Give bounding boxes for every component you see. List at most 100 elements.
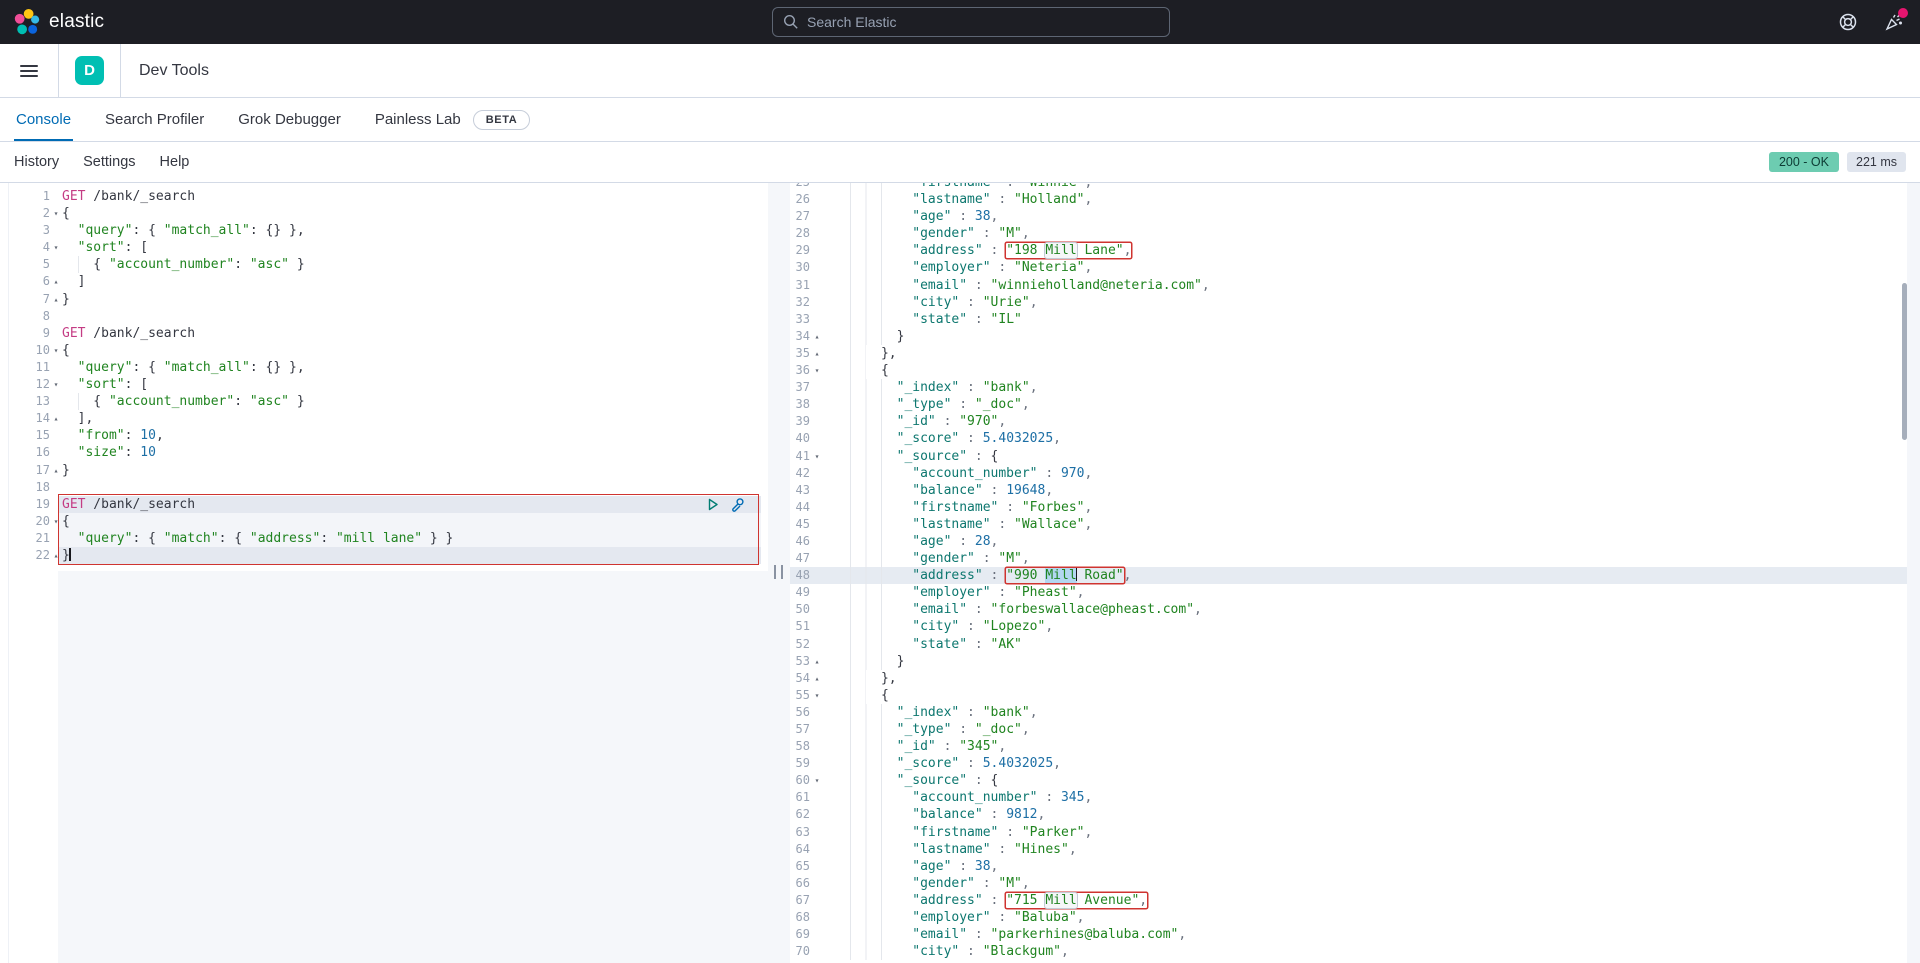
fold-toggle-icon[interactable]: ▾ [50, 513, 62, 530]
fold-toggle-icon[interactable]: ▴ [50, 547, 62, 564]
code-line[interactable]: 31 "email" : "winnieholland@neteria.com"… [790, 277, 1920, 294]
code-line[interactable]: 59 "_score" : 5.4032025, [790, 755, 1920, 772]
code-line[interactable]: 61 "account_number" : 345, [790, 789, 1920, 806]
code-line[interactable]: 40 "_score" : 5.4032025, [790, 430, 1920, 447]
code-line[interactable]: 9GET /bank/_search [0, 325, 768, 342]
code-line[interactable]: 38 "_type" : "_doc", [790, 396, 1920, 413]
request-options-wrench-icon[interactable] [730, 497, 745, 512]
code-line[interactable]: 13 { "account_number": "asc" } [0, 393, 768, 410]
newsfeed-party-popper-icon[interactable] [1884, 12, 1904, 32]
code-line[interactable]: 10▾{ [0, 342, 768, 359]
code-line[interactable]: 39 "_id" : "970", [790, 413, 1920, 430]
code-line[interactable]: 67 "address" : "715 Mill Avenue", [790, 892, 1920, 909]
code-line[interactable]: 37 "_index" : "bank", [790, 379, 1920, 396]
code-line[interactable]: 34▴ } [790, 328, 1920, 345]
code-line[interactable]: 21 "query": { "match": { "address": "mil… [0, 530, 768, 547]
code-line[interactable]: 8 [0, 308, 768, 325]
code-line[interactable]: 12▾ "sort": [ [0, 376, 768, 393]
code-line[interactable]: 50 "email" : "forbeswallace@pheast.com", [790, 601, 1920, 618]
code-line[interactable]: 32 "city" : "Urie", [790, 294, 1920, 311]
code-line[interactable]: 36▾ { [790, 362, 1920, 379]
code-line[interactable]: 70 "city" : "Blackgum", [790, 943, 1920, 960]
code-line[interactable]: 28 "gender" : "M", [790, 225, 1920, 242]
code-line[interactable]: 48 "address" : "990 Mill Road", [790, 567, 1920, 584]
scrollbar-thumb[interactable] [1902, 283, 1907, 440]
code-line[interactable]: 17▴} [0, 462, 768, 479]
code-line[interactable]: 63 "firstname" : "Parker", [790, 824, 1920, 841]
fold-toggle-icon[interactable]: ▾ [810, 772, 824, 789]
fold-toggle-icon[interactable]: ▾ [810, 448, 824, 465]
fold-toggle-icon[interactable]: ▾ [810, 687, 824, 704]
fold-toggle-icon[interactable]: ▾ [50, 205, 62, 222]
code-line[interactable]: 27 "age" : 38, [790, 208, 1920, 225]
code-line[interactable]: 68 "employer" : "Baluba", [790, 909, 1920, 926]
tab-console[interactable]: Console [14, 98, 73, 141]
code-line[interactable]: 30 "employer" : "Neteria", [790, 259, 1920, 276]
code-line[interactable]: 56 "_index" : "bank", [790, 704, 1920, 721]
settings-menu[interactable]: Settings [83, 154, 135, 170]
help-life-ring-icon[interactable] [1838, 12, 1858, 32]
code-line[interactable]: 19GET /bank/_search [0, 496, 768, 513]
code-line[interactable]: 6▴ ] [0, 273, 768, 290]
send-request-button[interactable] [706, 497, 720, 512]
code-line[interactable]: 5 { "account_number": "asc" } [0, 256, 768, 273]
code-line[interactable]: 49 "employer" : "Pheast", [790, 584, 1920, 601]
fold-toggle-icon[interactable]: ▴ [50, 410, 62, 427]
code-line[interactable]: 44 "firstname" : "Forbes", [790, 499, 1920, 516]
pane-splitter[interactable] [768, 183, 790, 963]
tab-search-profiler[interactable]: Search Profiler [103, 98, 206, 141]
fold-toggle-icon[interactable]: ▾ [50, 376, 62, 393]
code-line[interactable]: 15 "from": 10, [0, 427, 768, 444]
code-line[interactable]: 29 "address" : "198 Mill Lane", [790, 242, 1920, 259]
fold-toggle-icon[interactable]: ▴ [810, 328, 824, 345]
tab-grok-debugger[interactable]: Grok Debugger [236, 98, 343, 141]
code-line[interactable]: 25 "firstname" : "Winnie", [790, 183, 1920, 191]
code-line[interactable]: 69 "email" : "parkerhines@baluba.com", [790, 926, 1920, 943]
code-line[interactable]: 51 "city" : "Lopezo", [790, 618, 1920, 635]
fold-toggle-icon[interactable]: ▾ [50, 342, 62, 359]
request-editor[interactable]: 1GET /bank/_search2▾{3 "query": { "match… [0, 183, 768, 963]
code-line[interactable]: 7▴} [0, 291, 768, 308]
history-menu[interactable]: History [14, 154, 59, 170]
code-line[interactable]: 62 "balance" : 9812, [790, 806, 1920, 823]
fold-toggle-icon[interactable]: ▴ [810, 345, 824, 362]
code-line[interactable]: 43 "balance" : 19648, [790, 482, 1920, 499]
code-line[interactable]: 66 "gender" : "M", [790, 875, 1920, 892]
code-line[interactable]: 3 "query": { "match_all": {} }, [0, 222, 768, 239]
code-line[interactable]: 46 "age" : 28, [790, 533, 1920, 550]
fold-toggle-icon[interactable]: ▴ [50, 291, 62, 308]
fold-toggle-icon[interactable]: ▴ [50, 462, 62, 479]
code-line[interactable]: 11 "query": { "match_all": {} }, [0, 359, 768, 376]
splitter-grab-handle[interactable] [774, 565, 783, 579]
fold-toggle-icon[interactable]: ▴ [810, 653, 824, 670]
tab-painless-lab[interactable]: Painless Lab [373, 98, 463, 141]
code-line[interactable]: 55▾ { [790, 687, 1920, 704]
code-line[interactable]: 57 "_type" : "_doc", [790, 721, 1920, 738]
code-line[interactable]: 41▾ "_source" : { [790, 448, 1920, 465]
fold-toggle-icon[interactable]: ▾ [810, 362, 824, 379]
code-line[interactable]: 4▾ "sort": [ [0, 239, 768, 256]
code-line[interactable]: 22▴} [0, 547, 768, 564]
code-line[interactable]: 16 "size": 10 [0, 444, 768, 461]
code-line[interactable]: 58 "_id" : "345", [790, 738, 1920, 755]
code-line[interactable]: 54▴ }, [790, 670, 1920, 687]
menu-hamburger-icon[interactable] [20, 65, 38, 77]
code-line[interactable]: 52 "state" : "AK" [790, 636, 1920, 653]
response-viewer[interactable]: 25 "firstname" : "Winnie",26 "lastname" … [790, 183, 1920, 963]
code-line[interactable]: 14▴ ], [0, 410, 768, 427]
global-search-input[interactable]: Search Elastic [772, 7, 1170, 37]
code-line[interactable]: 26 "lastname" : "Holland", [790, 191, 1920, 208]
code-line[interactable]: 33 "state" : "IL" [790, 311, 1920, 328]
code-line[interactable]: 64 "lastname" : "Hines", [790, 841, 1920, 858]
code-line[interactable]: 1GET /bank/_search [0, 188, 768, 205]
code-line[interactable]: 35▴ }, [790, 345, 1920, 362]
code-line[interactable]: 60▾ "_source" : { [790, 772, 1920, 789]
fold-toggle-icon[interactable]: ▾ [50, 239, 62, 256]
code-line[interactable]: 20▾{ [0, 513, 768, 530]
fold-toggle-icon[interactable]: ▴ [810, 670, 824, 687]
fold-toggle-icon[interactable]: ▴ [50, 273, 62, 290]
code-line[interactable]: 65 "age" : 38, [790, 858, 1920, 875]
code-line[interactable]: 2▾{ [0, 205, 768, 222]
code-line[interactable]: 53▴ } [790, 653, 1920, 670]
code-line[interactable]: 45 "lastname" : "Wallace", [790, 516, 1920, 533]
